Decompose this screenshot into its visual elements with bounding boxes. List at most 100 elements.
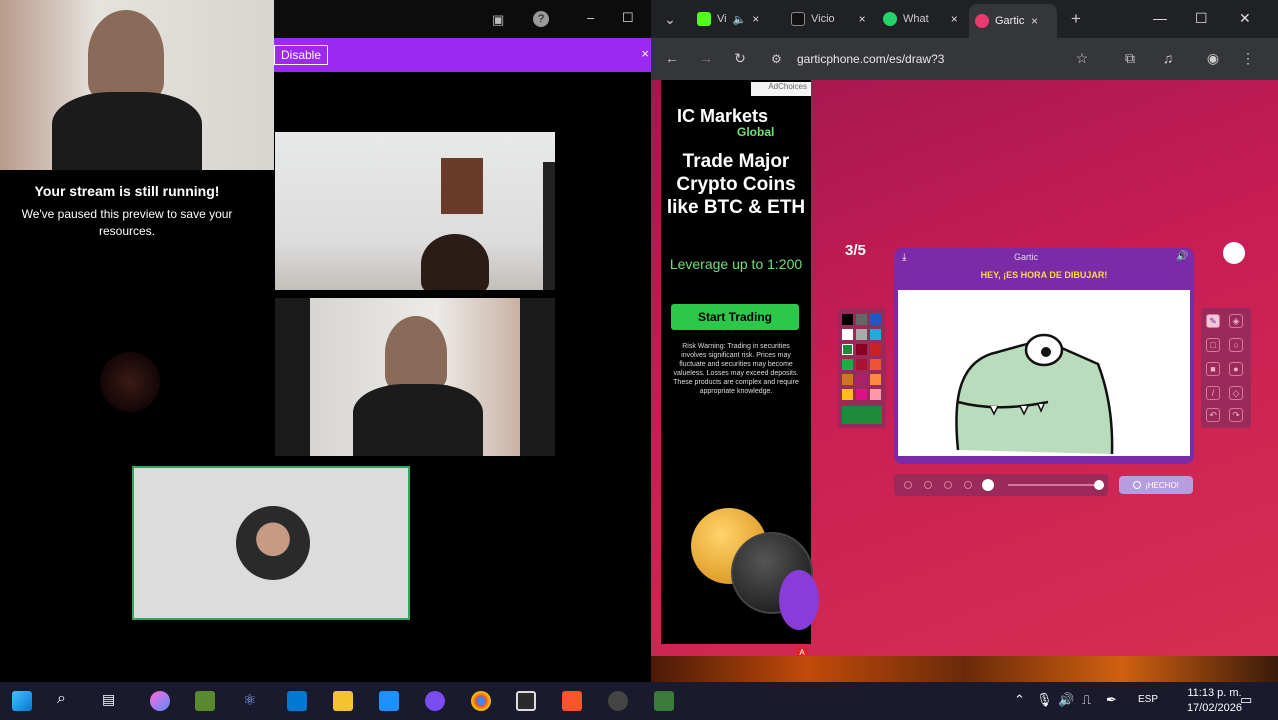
close-icon[interactable]: × <box>752 12 759 26</box>
store-icon[interactable] <box>287 691 307 711</box>
color-swatch[interactable] <box>856 359 867 370</box>
tab-tiktok[interactable]: Vicio × <box>785 6 872 32</box>
tray-overflow-icon[interactable]: ⌃ <box>1014 692 1025 708</box>
redo-icon[interactable]: ↷ <box>1229 408 1243 422</box>
color-swatch[interactable] <box>856 374 867 385</box>
color-swatch[interactable] <box>870 389 881 400</box>
color-swatch[interactable] <box>870 344 881 355</box>
drawing-canvas[interactable] <box>898 290 1190 456</box>
extensions-icon[interactable]: ⧉ <box>1121 50 1139 67</box>
app-m-icon[interactable] <box>379 691 399 711</box>
color-swatch[interactable] <box>870 314 881 325</box>
back-icon[interactable]: ← <box>663 50 681 66</box>
tab-whatsapp[interactable]: What × <box>877 6 964 32</box>
undo-icon[interactable]: ↶ <box>1206 408 1220 422</box>
advertisement[interactable]: AdChoices IC Markets Global Trade Major … <box>661 80 819 644</box>
eraser-icon[interactable]: ◈ <box>1229 314 1243 328</box>
color-swatch[interactable] <box>842 389 853 400</box>
size-4-button[interactable] <box>964 481 972 489</box>
media-icon[interactable]: ♫ <box>1159 50 1177 66</box>
download-icon[interactable]: ⤓ <box>902 252 906 263</box>
search-icon[interactable]: ⌕ <box>57 690 66 708</box>
color-swatch[interactable] <box>856 389 867 400</box>
notifications-icon[interactable]: ▭ <box>1240 692 1252 708</box>
volume-icon[interactable]: 🔊 <box>1176 251 1188 262</box>
color-swatch[interactable] <box>856 344 867 355</box>
ad-choices[interactable]: AdChoices <box>751 82 811 96</box>
network-icon[interactable]: ⎍ <box>1082 692 1091 708</box>
filled-ellipse-icon[interactable]: ● <box>1229 362 1243 376</box>
pencil-icon[interactable]: ✎ <box>1206 314 1220 328</box>
microphone-icon[interactable]: 🎙 <box>1036 692 1053 708</box>
color-swatch[interactable] <box>842 359 853 370</box>
close-icon[interactable]: × <box>1031 14 1038 28</box>
color-swatch[interactable] <box>856 314 867 325</box>
help-icon[interactable]: ? <box>533 11 549 27</box>
tab-search-icon[interactable]: ⌄ <box>661 11 679 28</box>
line-icon[interactable]: / <box>1206 386 1220 400</box>
size-3-button[interactable] <box>944 481 952 489</box>
pen-icon[interactable]: ✒ <box>1106 692 1117 708</box>
ellipse-icon[interactable]: ○ <box>1229 338 1243 352</box>
participant-card[interactable] <box>132 466 410 620</box>
task-view-icon[interactable]: ▤ <box>102 691 115 708</box>
close-icon[interactable]: × <box>859 12 866 26</box>
maximize-icon[interactable]: ☐ <box>1195 10 1208 27</box>
color-swatch[interactable] <box>870 359 881 370</box>
size-1-button[interactable] <box>904 481 912 489</box>
disable-button[interactable]: Disable <box>274 45 329 65</box>
ad-brand-sub: Global <box>737 125 775 139</box>
size-5-button[interactable] <box>982 479 994 491</box>
copilot-icon[interactable] <box>150 691 170 711</box>
opacity-slider-handle[interactable] <box>1094 480 1104 490</box>
notice-bar: × <box>274 38 651 72</box>
windows-start-icon[interactable] <box>12 691 32 711</box>
obs-icon[interactable] <box>608 691 628 711</box>
chrome-icon[interactable] <box>471 691 491 711</box>
reload-icon[interactable]: ↻ <box>731 50 749 67</box>
maximize-icon[interactable]: ☐ <box>622 10 634 26</box>
close-icon[interactable]: × <box>951 12 958 26</box>
react-icon[interactable]: ⚛ <box>243 691 256 709</box>
site-info-icon[interactable]: ⚙ <box>771 52 782 66</box>
filled-rect-icon[interactable]: ■ <box>1206 362 1220 376</box>
app-icon[interactable] <box>654 691 674 711</box>
color-swatch[interactable] <box>842 374 853 385</box>
minimize-icon[interactable]: – <box>587 10 594 25</box>
color-swatch[interactable] <box>856 329 867 340</box>
close-window-icon[interactable]: ✕ <box>1239 10 1251 27</box>
menu-icon[interactable]: ⋮ <box>1239 50 1257 67</box>
minecraft-icon[interactable] <box>195 691 215 711</box>
size-2-button[interactable] <box>924 481 932 489</box>
start-trading-button[interactable]: Start Trading <box>671 304 799 330</box>
clock[interactable]: 11:13 p. m. 17/02/2026 <box>1187 686 1242 716</box>
tab-gartic[interactable]: Gartic × <box>969 4 1057 38</box>
theme-toggle-icon[interactable] <box>1223 242 1245 264</box>
color-swatch[interactable] <box>842 329 853 340</box>
browser-toolbar: ← → ↻ ⚙ garticphone.com/es/draw?3 ☆ ⧉ ♫ … <box>651 38 1278 80</box>
profile-icon[interactable]: ◉ <box>1204 50 1222 67</box>
color-swatch[interactable] <box>842 344 853 355</box>
close-icon[interactable]: × <box>641 46 649 61</box>
volume-tray-icon[interactable]: 🔊 <box>1058 692 1074 708</box>
file-explorer-icon[interactable] <box>333 691 353 711</box>
tab-kick[interactable]: Vi 🔈 × <box>691 6 765 32</box>
rectangle-icon[interactable]: □ <box>1206 338 1220 352</box>
language-indicator[interactable]: ESP <box>1138 694 1158 705</box>
new-tab-icon[interactable]: + <box>1067 9 1085 29</box>
discord-icon[interactable] <box>425 691 445 711</box>
fill-icon[interactable]: ◇ <box>1229 386 1243 400</box>
terminal-icon[interactable] <box>516 691 536 711</box>
bookmark-star-icon[interactable]: ☆ <box>1073 50 1091 67</box>
forward-icon[interactable]: → <box>697 50 715 66</box>
color-swatch[interactable] <box>870 374 881 385</box>
speaker-icon[interactable]: 🔈 <box>733 13 747 26</box>
done-button[interactable]: ¡HECHO! <box>1119 476 1193 494</box>
minimize-icon[interactable]: — <box>1153 10 1167 26</box>
color-swatch[interactable] <box>842 314 853 325</box>
monitor-icon[interactable]: ▣ <box>492 12 504 28</box>
brave-icon[interactable] <box>562 691 582 711</box>
opacity-slider[interactable] <box>1008 484 1098 486</box>
address-bar[interactable]: ⚙ garticphone.com/es/draw?3 <box>761 46 1101 72</box>
color-swatch[interactable] <box>870 329 881 340</box>
